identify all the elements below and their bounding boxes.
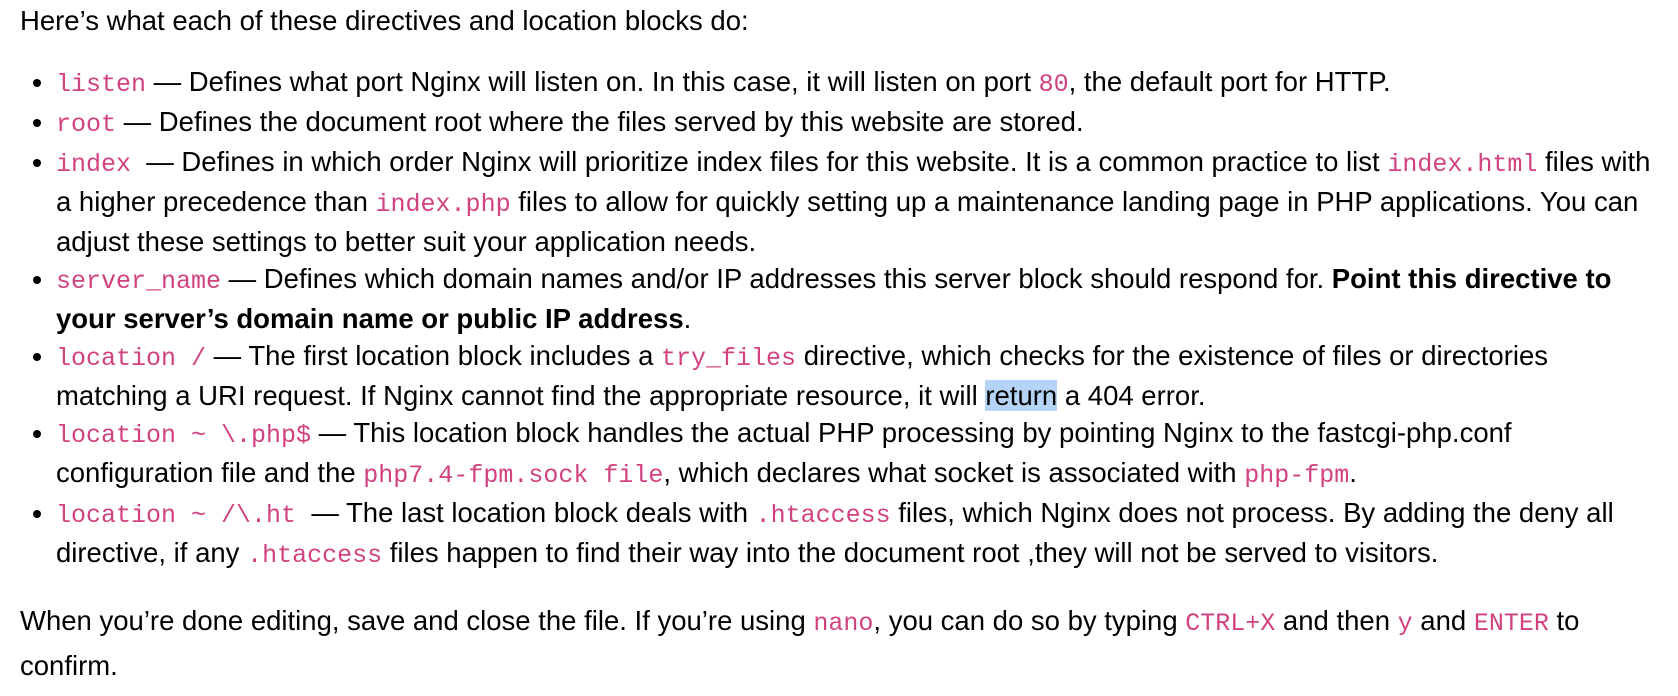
inline-code: index xyxy=(56,150,132,179)
inline-code: listen xyxy=(56,70,147,99)
item-text: . xyxy=(683,303,692,334)
item-text: — The last location block deals with xyxy=(296,497,756,528)
item-text: . xyxy=(1349,457,1357,488)
item-text: — The first location block includes a xyxy=(206,340,662,371)
list-item-location-htaccess: location ~ /\.ht — The last location blo… xyxy=(56,494,1658,574)
inline-code: location ~ /\.ht xyxy=(56,501,297,530)
closing-paragraph: When you’re done editing, save and close… xyxy=(20,600,1658,687)
inline-code: php-fpm xyxy=(1244,461,1350,490)
inline-code: 80 xyxy=(1038,70,1069,99)
inline-code: location ~ \.php$ xyxy=(56,421,312,450)
list-item-server-name: server_name — Defines which domain names… xyxy=(56,260,1658,337)
list-item-listen: listen — Defines what port Nginx will li… xyxy=(56,63,1658,103)
closing-text: When you’re done editing, save and close… xyxy=(20,605,814,636)
inline-code: server_name xyxy=(56,267,222,296)
inline-code: index.php xyxy=(375,190,511,219)
list-item-root: root — Defines the document root where t… xyxy=(56,103,1658,143)
item-text: files happen to find their way into the … xyxy=(382,537,1439,568)
inline-code: root xyxy=(56,110,117,139)
list-item-location-php: location ~ \.php$ — This location block … xyxy=(56,414,1658,494)
item-text: — Defines the document root where the fi… xyxy=(116,106,1084,137)
list-item-location-root: location / — The first location block in… xyxy=(56,337,1658,414)
inline-code: try_files xyxy=(661,344,797,373)
directives-list: listen — Defines what port Nginx will li… xyxy=(20,63,1658,574)
article-body: Here’s what each of these directives and… xyxy=(0,0,1678,687)
item-text: a 404 error. xyxy=(1057,380,1206,411)
item-text: , the default port for HTTP. xyxy=(1068,66,1391,97)
closing-text: and xyxy=(1412,605,1474,636)
inline-code: ENTER xyxy=(1473,609,1549,638)
inline-code: index.html xyxy=(1387,150,1538,179)
closing-text: and then xyxy=(1275,605,1398,636)
inline-code: y xyxy=(1397,609,1413,638)
list-item-index: index — Defines in which order Nginx wil… xyxy=(56,143,1658,260)
inline-code: location / xyxy=(56,344,207,373)
inline-code: nano xyxy=(813,609,874,638)
intro-text: Here’s what each of these directives and… xyxy=(20,5,749,36)
item-text: , which declares what socket is associat… xyxy=(663,457,1245,488)
inline-code: CTRL+X xyxy=(1185,609,1276,638)
closing-text: , you can do so by typing xyxy=(873,605,1186,636)
inline-code: .htaccess xyxy=(755,501,891,530)
item-text: — Defines in which order Nginx will prio… xyxy=(131,146,1388,177)
inline-code: .htaccess xyxy=(247,541,383,570)
selected-text[interactable]: return xyxy=(985,380,1058,411)
item-text: — Defines which domain names and/or IP a… xyxy=(221,263,1332,294)
inline-code: php7.4-fpm.sock file xyxy=(363,461,664,490)
item-text: — Defines what port Nginx will listen on… xyxy=(146,66,1039,97)
